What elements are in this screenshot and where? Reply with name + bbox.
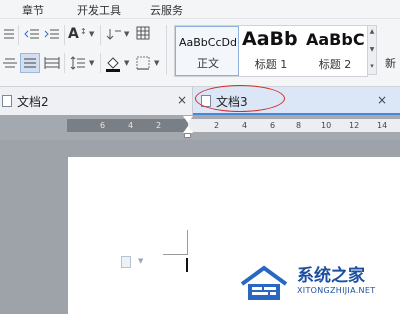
style-preview-normal: AaBbCcDd	[179, 36, 237, 49]
increase-indent-icon[interactable]	[44, 28, 60, 40]
ruler-tick: 2	[156, 121, 162, 130]
margin-corner-mark	[163, 254, 187, 255]
ribbon-toolbar: A ↕ ▼ ▼ ▼ ▼ ▼ AaBbCcDd 正文 AaBb 标题 1 AaBb…	[0, 19, 400, 87]
align-list-icon[interactable]	[2, 28, 16, 40]
decrease-indent-icon[interactable]	[24, 28, 40, 40]
ruler-tick: 2	[214, 121, 220, 130]
separator	[100, 53, 101, 73]
font-grow-button[interactable]: A	[68, 26, 79, 42]
separator	[18, 25, 19, 45]
shading-fill-icon[interactable]	[104, 54, 122, 72]
margin-corner-mark	[187, 230, 188, 255]
ruler-text-area	[188, 119, 400, 132]
document-icon	[2, 95, 12, 107]
style-label-heading-1: 标题 1	[254, 58, 288, 71]
scroll-up-icon[interactable]: ▲	[368, 28, 376, 36]
hanging-indent-marker[interactable]	[183, 126, 193, 133]
chevron-down-icon[interactable]: ▼	[89, 59, 94, 67]
watermark-title: 系统之家	[297, 266, 365, 286]
table-grid-icon[interactable]	[136, 26, 150, 40]
separator	[64, 53, 65, 73]
style-heading-2[interactable]: AaBbC 标题 2	[303, 26, 367, 76]
chevron-down-icon[interactable]: ▼	[138, 257, 143, 265]
separator	[166, 25, 167, 75]
tab-label: 文档2	[17, 95, 49, 109]
ruler-tick: 4	[242, 121, 248, 130]
ruler-tick: 10	[321, 121, 332, 130]
text-cursor	[186, 258, 188, 272]
style-label-heading-2: 标题 2	[318, 58, 352, 71]
style-preview-heading-1: AaBb	[242, 28, 298, 50]
ruler-tick: 6	[270, 121, 276, 130]
separator	[64, 25, 65, 45]
more-styles-icon[interactable]: ▾	[368, 62, 376, 70]
justify-button[interactable]	[20, 53, 40, 73]
menu-item-developer-tools[interactable]: 开发工具	[77, 2, 121, 18]
style-label-normal: 正文	[197, 57, 219, 70]
style-preview-heading-2: AaBbC	[306, 30, 365, 49]
justify-icon	[24, 58, 36, 68]
sort-icon[interactable]	[106, 27, 122, 41]
close-icon[interactable]: ×	[177, 93, 187, 107]
style-normal[interactable]: AaBbCcDd 正文	[175, 26, 239, 76]
ruler-tick: 6	[100, 121, 106, 130]
ruler-tick: 12	[349, 121, 360, 130]
close-icon[interactable]: ×	[377, 93, 387, 107]
chevron-down-icon[interactable]: ▼	[154, 59, 159, 67]
menu-bar: 章节 开发工具 云服务	[0, 0, 400, 19]
ruler-tick: 8	[296, 121, 302, 130]
chevron-down-icon[interactable]: ▼	[89, 30, 94, 38]
style-heading-1[interactable]: AaBb 标题 1	[239, 26, 303, 76]
ruler-tick: 14	[377, 121, 388, 130]
tab-document-2[interactable]: 文档2 ×	[0, 87, 193, 115]
align-center-icon[interactable]	[2, 57, 18, 69]
distributed-align-icon[interactable]	[44, 57, 60, 69]
scroll-down-icon[interactable]: ▼	[368, 46, 376, 54]
highlight-ellipse	[195, 85, 285, 112]
watermark-logo-icon	[240, 265, 288, 300]
watermark-url: XITONGZHIJIA.NET	[297, 286, 376, 295]
chevron-down-icon[interactable]: ▼	[124, 30, 129, 38]
styles-gallery-scrollbar[interactable]: ▲ ▼ ▾	[367, 25, 377, 75]
paste-options-icon[interactable]	[121, 256, 131, 268]
menu-item-chapter[interactable]: 章节	[22, 2, 44, 18]
new-style-button[interactable]: 新	[385, 56, 396, 72]
separator	[100, 25, 101, 45]
borders-icon[interactable]	[136, 56, 150, 70]
chevron-down-icon[interactable]: ▼	[124, 59, 129, 67]
ruler-tick: 4	[128, 121, 134, 130]
font-grow-arrow-icon: ↕	[80, 27, 87, 36]
menu-item-cloud-services[interactable]: 云服务	[150, 2, 183, 18]
styles-gallery: AaBbCcDd 正文 AaBb 标题 1 AaBbC 标题 2	[174, 25, 368, 77]
first-line-indent-marker[interactable]	[183, 116, 193, 123]
line-spacing-icon[interactable]	[70, 56, 86, 70]
left-indent-marker[interactable]	[184, 133, 191, 138]
